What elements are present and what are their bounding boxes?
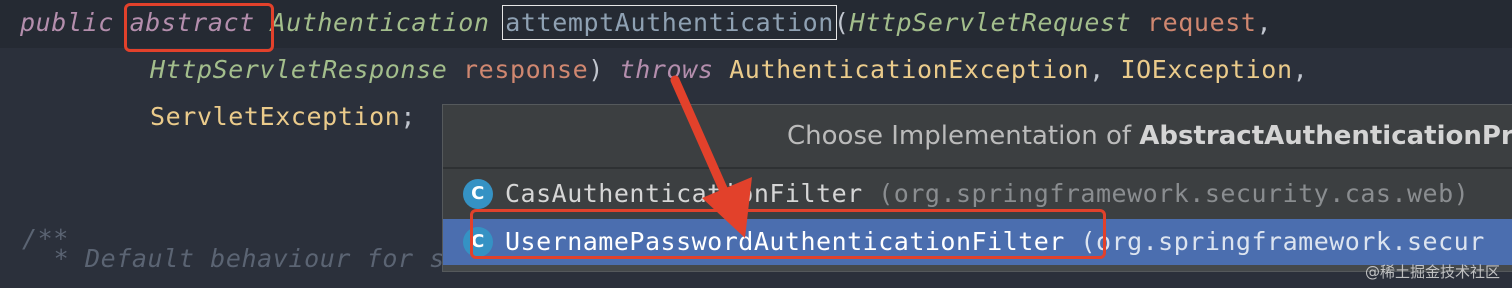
arrow-shaft [670, 75, 733, 205]
annotation-arrow [670, 75, 752, 238]
arrow-head [702, 177, 752, 238]
watermark: @稀土掘金技术社区 [1364, 263, 1500, 281]
